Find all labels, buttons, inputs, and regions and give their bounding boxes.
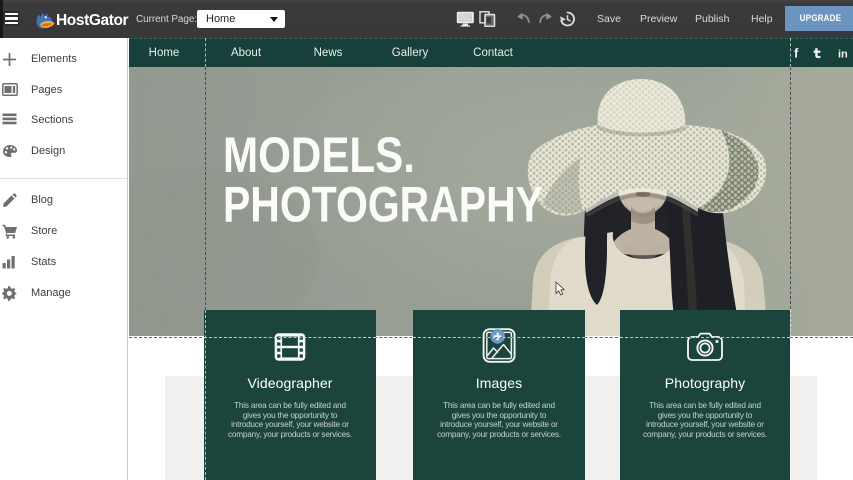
svg-text:PHOTOGRAPHY: PHOTOGRAPHY [223, 175, 543, 232]
svg-text:in: in [838, 49, 848, 61]
svg-text:f: f [794, 46, 799, 60]
